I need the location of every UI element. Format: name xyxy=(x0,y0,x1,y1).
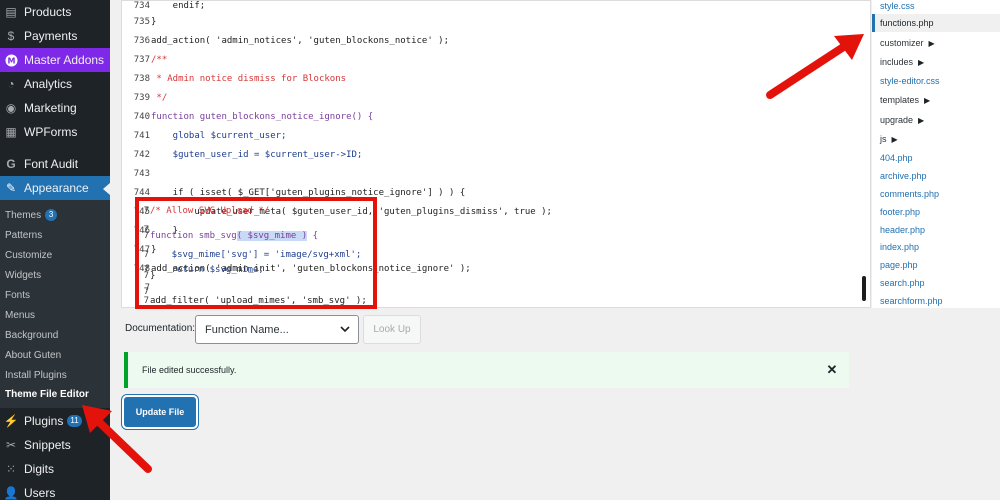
menu-item-master-addons[interactable]: M Master Addons xyxy=(0,48,110,72)
plugins-update-badge: 11 xyxy=(67,415,82,427)
file-archive-php[interactable]: archive.php xyxy=(872,167,1000,185)
menu-item-payments[interactable]: $ Payments xyxy=(0,24,110,48)
menu-label: Users xyxy=(24,486,56,500)
select-value: Function Name... xyxy=(205,323,289,336)
file-style-css[interactable]: style.css xyxy=(872,0,1000,15)
menu-item-plugins[interactable]: ⚡ Plugins 11 xyxy=(0,409,110,433)
users-icon: 👤 xyxy=(3,486,19,500)
selected-text: ( $svg_mime ) xyxy=(236,230,308,241)
menu-label: Analytics xyxy=(24,77,73,91)
file-searchform-php[interactable]: searchform.php xyxy=(872,292,1000,310)
code-line: 7 function smb_svg( $svg_mime ) { xyxy=(143,230,318,241)
payments-icon: $ xyxy=(7,29,15,43)
submenu-label: Background xyxy=(5,329,59,341)
submenu-label: Theme File Editor xyxy=(5,388,89,400)
wpforms-icon: ▦ xyxy=(5,125,17,139)
folder-includes[interactable]: includes ▶ xyxy=(872,53,1000,71)
appearance-icon: ✎ xyxy=(5,181,17,195)
submenu-install-plugins[interactable]: Install Plugins xyxy=(0,365,110,385)
menu-label: Marketing xyxy=(24,101,77,115)
expand-arrow-icon: ▶ xyxy=(928,38,935,48)
expand-arrow-icon: ▶ xyxy=(924,95,931,105)
folder-upgrade[interactable]: upgrade ▶ xyxy=(872,111,1000,129)
editor-scrollbar[interactable] xyxy=(862,276,866,301)
plugins-icon: ⚡ xyxy=(3,414,19,428)
submenu-label: Menus xyxy=(5,309,36,321)
submenu-customize[interactable]: Customize xyxy=(0,245,110,265)
menu-label: Snippets xyxy=(24,438,71,452)
expand-arrow-icon: ▶ xyxy=(891,134,898,144)
file-header-php[interactable]: header.php xyxy=(872,221,1000,239)
folder-customizer[interactable]: customizer ▶ xyxy=(872,34,1000,52)
update-file-button[interactable]: Update File xyxy=(124,397,196,427)
master-addons-icon: M xyxy=(4,53,18,67)
submenu-widgets[interactable]: Widgets xyxy=(0,265,110,285)
menu-label: Appearance xyxy=(24,181,89,195)
submenu-fonts[interactable]: Fonts xyxy=(0,285,110,305)
function-name-select[interactable]: Function Name... xyxy=(195,315,359,344)
dismiss-notice-button[interactable]: ✕ xyxy=(825,363,839,377)
menu-item-snippets[interactable]: ✂ Snippets xyxy=(0,433,110,457)
file-footer-php[interactable]: footer.php xyxy=(872,203,1000,221)
menu-label: Digits xyxy=(24,462,55,476)
menu-label: Payments xyxy=(24,29,78,43)
font-audit-icon: G xyxy=(6,157,16,171)
products-icon: ▤ xyxy=(5,5,17,19)
menu-item-users[interactable]: 👤 Users xyxy=(0,481,110,500)
admin-sidebar: ▤ Products $ Payments M Master Addons ◔ … xyxy=(0,0,110,500)
folder-templates[interactable]: templates ▶ xyxy=(872,91,1000,109)
code-line: 7 /* Allow SVG Upload */ xyxy=(143,205,270,216)
submenu-label: Install Plugins xyxy=(5,369,67,381)
submenu-label: Themes xyxy=(5,209,42,221)
submenu-menus[interactable]: Menus xyxy=(0,305,110,325)
submenu-themes[interactable]: Themes 3 xyxy=(0,205,110,225)
folder-js[interactable]: js ▶ xyxy=(872,130,1000,148)
submenu-patterns[interactable]: Patterns xyxy=(0,225,110,245)
svg-snippet-block: 7 /* Allow SVG Upload */ 7 7 function sm… xyxy=(121,0,871,308)
notice-message: File edited successfully. xyxy=(142,365,237,375)
menu-item-analytics[interactable]: ◔ Analytics xyxy=(0,72,110,96)
menu-item-products[interactable]: ▤ Products xyxy=(0,0,110,24)
theme-files-list: style.css functions.php customizer ▶ incl… xyxy=(872,0,1000,308)
submenu-about-guten[interactable]: About Guten xyxy=(0,345,110,365)
file-functions-php[interactable]: functions.php xyxy=(872,14,1000,32)
digits-icon: ⁙ xyxy=(5,462,17,476)
menu-label: Products xyxy=(24,5,72,19)
snippets-icon: ✂ xyxy=(5,438,17,452)
menu-item-appearance[interactable]: ✎ Appearance xyxy=(0,176,110,200)
file-404-php[interactable]: 404.php xyxy=(872,149,1000,167)
submenu-label: Widgets xyxy=(5,269,42,281)
submenu-background[interactable]: Background xyxy=(0,325,110,345)
menu-label: Font Audit xyxy=(24,157,79,171)
file-search-php[interactable]: search.php xyxy=(872,274,1000,292)
menu-label: Plugins xyxy=(24,414,64,428)
chevron-down-icon xyxy=(340,326,350,333)
code-line: 7 add_filter( 'upload_mimes', 'smb_svg' … xyxy=(143,295,367,306)
expand-arrow-icon: ▶ xyxy=(918,57,925,67)
expand-arrow-icon: ▶ xyxy=(918,115,925,125)
menu-item-marketing[interactable]: ◉ Marketing xyxy=(0,96,110,120)
success-notice: File edited successfully. xyxy=(124,352,849,388)
file-style-editor-css[interactable]: style-editor.css xyxy=(872,72,1000,90)
submenu-label: Fonts xyxy=(5,289,31,301)
menu-label: Master Addons xyxy=(24,53,105,67)
file-page-php[interactable]: page.php xyxy=(872,256,1000,274)
documentation-label: Documentation: xyxy=(125,323,196,334)
submenu-theme-file-editor[interactable]: Theme File Editor xyxy=(0,384,110,404)
menu-item-digits[interactable]: ⁙ Digits xyxy=(0,457,110,481)
menu-label: WPForms xyxy=(24,125,78,139)
marketing-icon: ◉ xyxy=(5,101,17,115)
submenu-label: Patterns xyxy=(5,229,43,241)
submenu-label: About Guten xyxy=(5,349,62,361)
svg-text:M: M xyxy=(7,56,15,65)
file-comments-php[interactable]: comments.php xyxy=(872,185,1000,203)
menu-item-font-audit[interactable]: G Font Audit xyxy=(0,152,110,176)
menu-item-wpforms[interactable]: ▦ WPForms xyxy=(0,120,110,144)
themes-update-badge: 3 xyxy=(45,209,58,221)
analytics-icon: ◔ xyxy=(7,77,15,91)
file-index-php[interactable]: index.php xyxy=(872,238,1000,256)
look-up-button[interactable]: Look Up xyxy=(363,315,421,344)
submenu-label: Customize xyxy=(5,249,53,261)
